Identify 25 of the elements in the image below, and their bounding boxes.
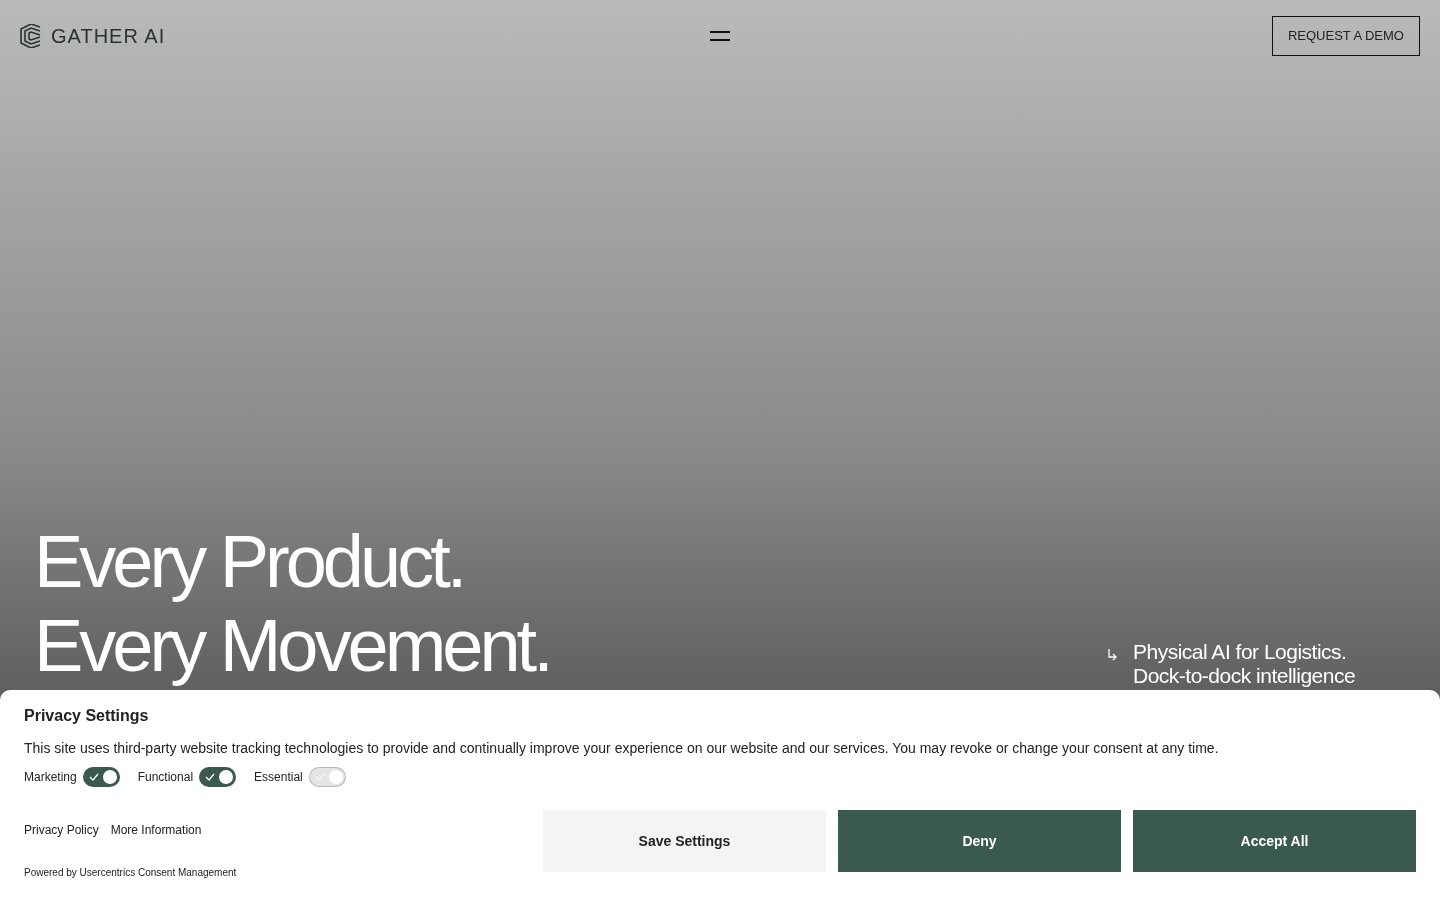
hero-headline: Every Product. <box>34 520 465 604</box>
consent-button[interactable]: Deny <box>838 810 1121 872</box>
logo-wordmark[interactable]: GATHER AI <box>51 21 166 51</box>
consent-button[interactable]: Accept All <box>1133 810 1416 872</box>
hero-subtitle: Dock-to-dock intelligence <box>1133 664 1356 688</box>
hero-subtitle: Physical AI for Logistics. <box>1133 640 1348 664</box>
logo-icon <box>20 24 43 48</box>
arrow-icon <box>1108 649 1117 661</box>
consent-link[interactable]: More Information <box>110 821 202 839</box>
check-icon <box>205 773 216 781</box>
check-icon <box>314 773 325 781</box>
request-demo-button[interactable]: REQUEST A DEMO <box>1271 16 1420 56</box>
menu-icon[interactable] <box>710 31 730 41</box>
check-icon <box>88 773 99 781</box>
toggle-label: Marketing <box>24 769 77 786</box>
hero-headline: Every Movement. <box>34 604 550 688</box>
consent-button[interactable]: Save Settings <box>543 810 826 872</box>
toggle-switch[interactable] <box>199 767 237 787</box>
toggle-switch[interactable] <box>82 767 120 787</box>
consent-text: This site uses third-party website tracking technologies to provide and continually improve your experience on our website and our services. You may revoke or change your consent at any time. <box>24 739 1220 758</box>
consent-link[interactable]: Privacy Policy <box>24 821 99 839</box>
powered-by-text: Powered by Usercentrics Consent Management <box>24 866 237 880</box>
toggle-label: Functional <box>137 769 194 786</box>
toggle-label: Essential <box>254 769 303 786</box>
consent-title: Privacy Settings <box>24 706 150 726</box>
